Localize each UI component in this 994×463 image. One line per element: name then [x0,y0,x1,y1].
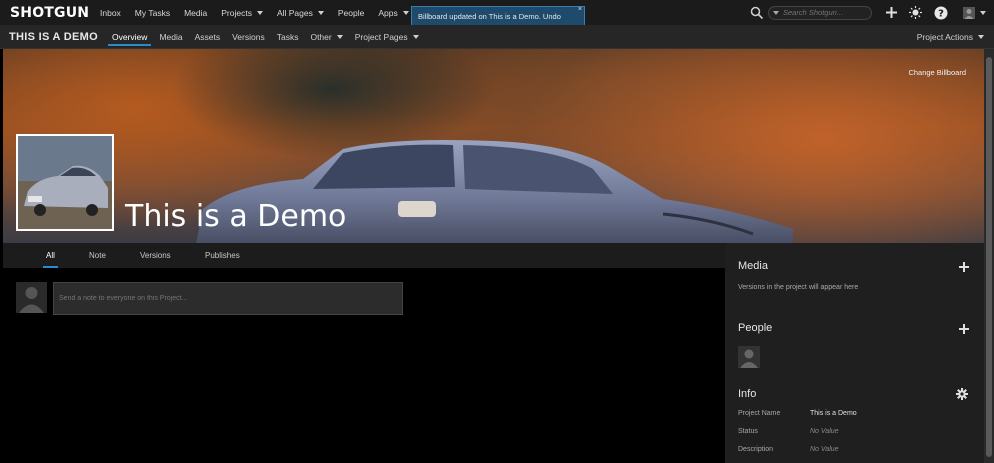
nav-item-all-pages[interactable]: All Pages [277,8,324,18]
nav-item-label[interactable]: Apps [378,8,397,18]
nav-item-media[interactable]: Media [184,8,207,18]
tab-label[interactable]: Project Pages [355,32,408,42]
tab-label[interactable]: Media [159,32,182,42]
info-row: Status No Value [738,428,839,435]
project-tabs: Overview Media Assets Versions Tasks Other Pro… [107,25,431,49]
scrollbar-thumb[interactable] [986,57,992,457]
feed-tab-all[interactable]: All [43,243,58,268]
search-input[interactable] [783,8,867,17]
user-icon[interactable] [962,6,976,20]
user-menu-chevron-icon[interactable] [980,10,986,15]
nav-item-apps[interactable]: Apps [378,8,409,18]
add-media-plus-icon[interactable] [959,262,969,272]
info-section-title: Info [738,388,757,400]
search-icon[interactable] [750,6,764,20]
tab-label[interactable]: Other [310,32,331,42]
gear-icon[interactable] [956,388,968,400]
svg-text:?: ? [938,8,944,19]
info-row: Description No Value [738,446,839,453]
tab-tasks[interactable]: Tasks [277,25,299,49]
brightness-icon[interactable] [908,6,922,20]
feed-tabs: All Note Versions Publishes [3,243,725,268]
project-actions-label[interactable]: Project Actions [917,32,973,42]
nav-item-projects[interactable]: Projects [221,8,263,18]
project-sidebar: Media Versions in the project will appea… [725,243,984,463]
tab-label[interactable]: Tasks [277,32,299,42]
add-person-plus-icon[interactable] [959,324,969,334]
tab-assets[interactable]: Assets [195,25,221,49]
billboard-updated-toast[interactable]: Billboard updated on This is a Demo. Und… [411,6,585,27]
tab-label[interactable]: Versions [232,32,265,42]
plus-icon[interactable] [884,6,898,20]
tab-label[interactable]: Assets [195,32,221,42]
tab-media[interactable]: Media [159,25,182,49]
media-empty-text: Versions in the project will appear here [738,284,859,291]
project-thumbnail-car-image [18,136,112,229]
nav-item-label[interactable]: Inbox [100,8,121,18]
info-value[interactable]: No Value [810,446,839,453]
nav-item-label[interactable]: My Tasks [135,8,170,18]
tab-label[interactable]: Overview [112,32,147,42]
chevron-down-icon [412,34,419,39]
tab-overview[interactable]: Overview [107,25,152,49]
info-label: Description [738,446,774,453]
info-label: Status [738,428,758,435]
feed-tab-publishes[interactable]: Publishes [205,243,240,268]
project-title: This is a Demo [125,199,347,234]
info-value[interactable]: This is a Demo [810,410,857,417]
project-thumbnail[interactable] [16,134,114,231]
shotgun-logo[interactable]: SHOTGUN [0,5,100,21]
nav-item-label[interactable]: Projects [221,8,252,18]
activity-feed: All Note Versions Publishes [3,243,725,463]
note-input[interactable] [53,282,403,315]
toast-message[interactable]: Billboard updated on This is a Demo. Und… [418,12,561,21]
nav-item-people[interactable]: People [338,8,364,18]
nav-item-label[interactable]: All Pages [277,8,313,18]
info-label: Project Name [738,410,781,417]
project-actions-menu[interactable]: Project Actions [917,25,984,49]
project-nav-bar: THIS IS A DEMO Overview Media Assets Versio… [0,25,994,49]
nav-item-my-tasks[interactable]: My Tasks [135,8,170,18]
tab-other[interactable]: Other [310,25,343,49]
help-icon[interactable]: ? [934,6,948,20]
project-name[interactable]: THIS IS A DEMO [0,31,104,43]
tab-project-pages[interactable]: Project Pages [355,25,419,49]
page-scrollbar[interactable] [984,49,994,463]
people-section-title: People [738,322,773,334]
feed-tab-versions[interactable]: Versions [140,243,171,268]
search-scope-chevron-icon[interactable] [773,10,779,15]
chevron-down-icon [317,10,324,15]
feed-tab-note[interactable]: Note [89,243,106,268]
nav-item-label[interactable]: Media [184,8,207,18]
nav-item-inbox[interactable]: Inbox [100,8,121,18]
tab-versions[interactable]: Versions [232,25,265,49]
nav-item-label[interactable]: People [338,8,364,18]
avatar-icon [16,282,47,313]
chevron-down-icon [978,35,984,39]
chevron-down-icon [402,10,409,15]
chevron-down-icon [336,34,343,39]
project-billboard: Change Billboard This is a Demo [3,49,984,243]
person-avatar-icon[interactable] [738,346,760,368]
top-nav-right: ? [750,0,994,25]
chevron-down-icon [256,10,263,15]
change-billboard-link[interactable]: Change Billboard [908,68,966,77]
info-value[interactable]: No Value [810,428,839,435]
note-composer [16,282,403,315]
media-section-title: Media [738,260,768,272]
info-row: Project Name This is a Demo [738,410,857,417]
close-icon[interactable]: × [578,6,582,13]
search-field[interactable] [768,5,872,20]
top-nav-items: Inbox My Tasks Media Projects All Pages Peopl… [100,8,423,18]
